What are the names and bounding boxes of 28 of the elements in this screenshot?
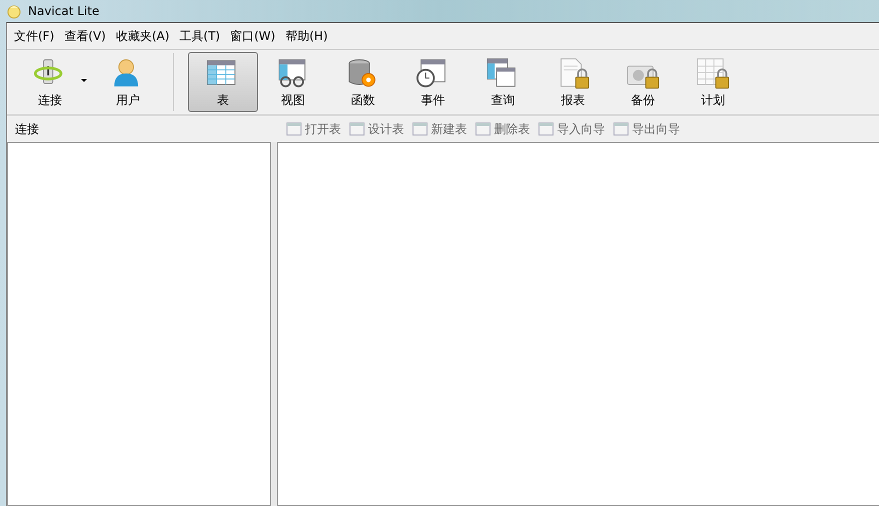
menu-item[interactable]: 查看(V)	[59, 28, 111, 45]
splitter-handle[interactable]	[271, 142, 277, 506]
event-tab[interactable]: 事件	[398, 52, 468, 112]
panel-title: 连接	[15, 122, 39, 136]
window-icon	[475, 121, 491, 137]
window-title: Navicat Lite	[28, 4, 100, 18]
menu-item[interactable]: 帮助(H)	[280, 28, 333, 45]
query-tab[interactable]: 查询	[468, 52, 538, 112]
window-icon	[538, 121, 554, 137]
menu-item[interactable]: 文件(F)	[9, 28, 60, 45]
window-icon	[613, 121, 629, 137]
window-icon	[412, 121, 428, 137]
backup-tab[interactable]: 备份	[608, 52, 678, 112]
app-logo-icon	[6, 3, 22, 19]
user-button[interactable]: 用户	[93, 52, 163, 112]
schedule-tab[interactable]: 计划	[678, 52, 748, 112]
view-tab[interactable]: 视图	[258, 52, 328, 112]
window-icon	[349, 121, 365, 137]
report-tab[interactable]: 报表	[538, 52, 608, 112]
menu-item[interactable]: 收藏夹(A)	[110, 28, 174, 45]
dropdown-caret-icon[interactable]	[81, 78, 87, 82]
calendar-lock-icon	[694, 57, 732, 90]
function-tab[interactable]: 函数	[328, 52, 398, 112]
menu-item[interactable]: 窗口(W)	[225, 28, 280, 45]
connection-button[interactable]: 连接	[15, 52, 85, 112]
window-icon	[286, 121, 302, 137]
table-tab[interactable]: 表	[188, 52, 258, 112]
menu-item[interactable]: 工具(T)	[174, 28, 226, 45]
